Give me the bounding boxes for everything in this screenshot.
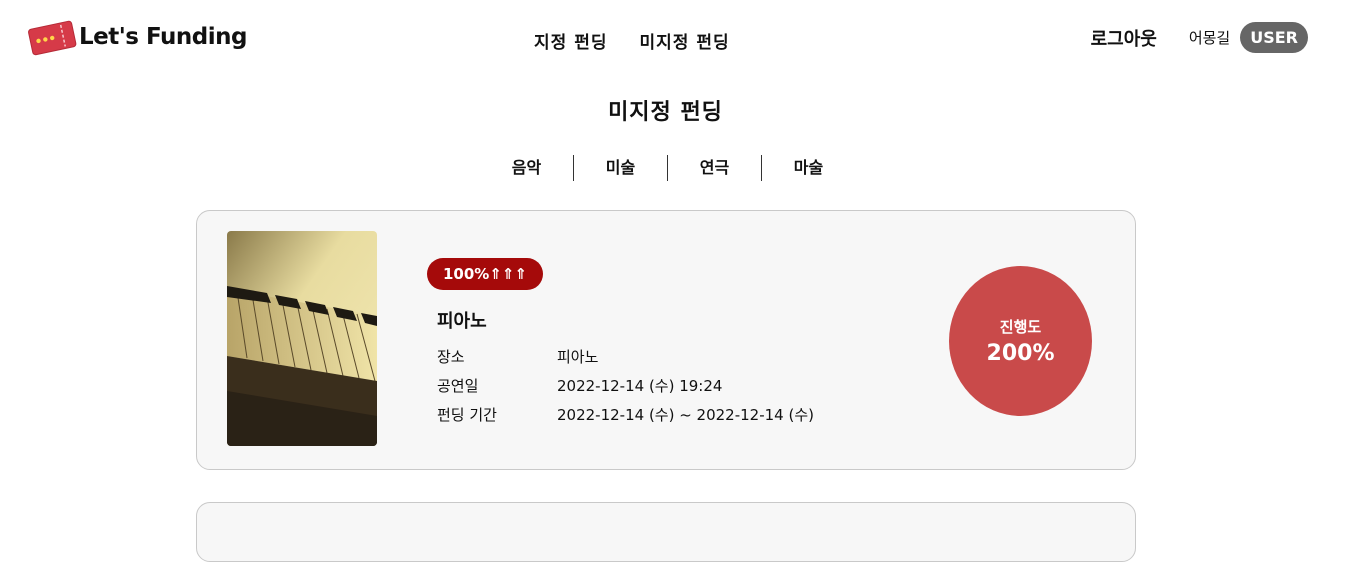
funding-period-row: 펀딩 기간 2022-12-14 (수) ~ 2022-12-14 (수) — [437, 400, 814, 429]
funding-details: 장소 피아노 공연일 2022-12-14 (수) 19:24 펀딩 기간 20… — [437, 342, 814, 429]
tab-theater[interactable]: 연극 — [667, 155, 761, 181]
category-tabs: 음악 미술 연극 마술 — [480, 155, 855, 181]
location-label: 장소 — [437, 348, 465, 366]
location-value: 피아노 — [557, 348, 599, 366]
nav-undesignated-funding[interactable]: 미지정 펀딩 — [639, 28, 729, 53]
performance-date-value: 2022-12-14 (수) 19:24 — [557, 377, 723, 395]
tab-art[interactable]: 미술 — [573, 155, 667, 181]
piano-image — [227, 231, 377, 446]
main-nav: 지정 펀딩 미지정 펀딩 — [534, 28, 730, 53]
progress-value: 200% — [986, 341, 1055, 366]
funding-rate-badge: 100%⇑⇑⇑ — [427, 258, 544, 290]
nav-designated-funding[interactable]: 지정 펀딩 — [534, 28, 607, 53]
role-badge: USER — [1240, 22, 1308, 53]
ticket-icon — [28, 20, 77, 56]
funding-title[interactable]: 피아노 — [437, 307, 487, 333]
progress-circle: 진행도 200% — [949, 266, 1092, 416]
user-area: 로그아웃 어몽길 USER — [1091, 22, 1308, 53]
page-title: 미지정 펀딩 — [608, 100, 723, 125]
location-row: 장소 피아노 — [437, 342, 814, 371]
funding-period-value: 2022-12-14 (수) ~ 2022-12-14 (수) — [557, 406, 814, 424]
funding-period-label: 펀딩 기간 — [437, 406, 497, 424]
username: 어몽길 — [1188, 29, 1231, 47]
tab-music[interactable]: 음악 — [480, 155, 573, 181]
performance-date-label: 공연일 — [437, 377, 479, 395]
logo-text: Let's Funding — [79, 24, 248, 50]
funding-card[interactable] — [196, 502, 1136, 562]
funding-card[interactable]: 100%⇑⇑⇑ 피아노 장소 피아노 공연일 2022-12-14 (수) 19… — [196, 210, 1136, 470]
logout-button[interactable]: 로그아웃 — [1091, 25, 1157, 51]
logo[interactable]: Let's Funding — [27, 15, 248, 59]
progress-label: 진행도 — [999, 318, 1042, 336]
tab-magic[interactable]: 마술 — [761, 155, 855, 181]
performance-date-row: 공연일 2022-12-14 (수) 19:24 — [437, 371, 814, 400]
